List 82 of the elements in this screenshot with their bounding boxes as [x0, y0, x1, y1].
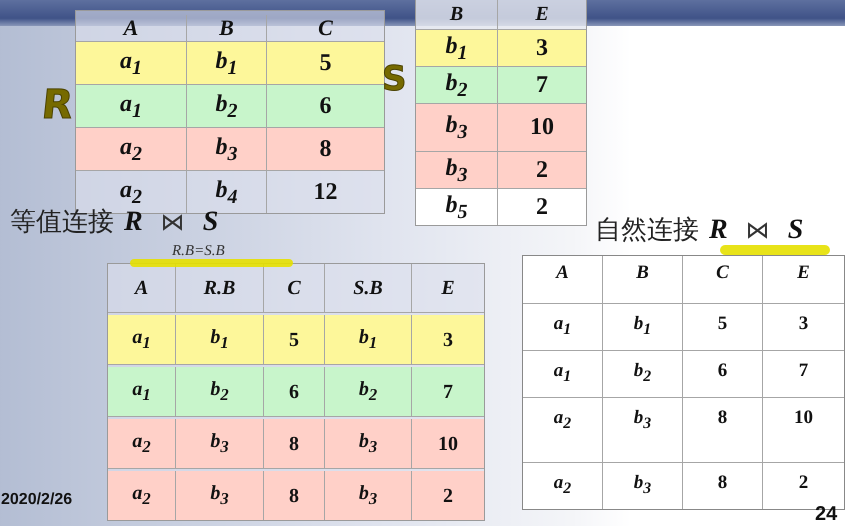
column-header: E — [796, 261, 811, 285]
table-cell: b$_{3}$ — [358, 482, 378, 509]
table-cell: 7 — [443, 380, 453, 402]
table-cell: 7 — [536, 72, 548, 98]
table-cell: 2 — [798, 473, 808, 494]
column-header: A — [76, 15, 187, 41]
relation-symbol: S — [202, 206, 218, 238]
table-cell: a$_{1}$ — [120, 90, 142, 122]
table-cell: a$_{1}$ — [132, 378, 151, 405]
table-cell: b$_{1}$ — [216, 48, 238, 78]
table-cell: 3 — [443, 328, 453, 350]
table-cell: 3 — [798, 314, 808, 335]
table-cell: a$_{1}$ — [554, 361, 572, 386]
table-cell: 8 — [320, 136, 332, 162]
join-condition: R.B=S.B — [172, 243, 225, 260]
table-cell: a$_{1}$ — [132, 326, 151, 353]
table-cell: 8 — [289, 432, 299, 454]
table-cell: b$_{4}$ — [216, 176, 238, 208]
table-cell: b$_{3}$ — [634, 473, 652, 498]
table-cell: 6 — [718, 361, 728, 382]
table-cell: b$_{2}$ — [358, 378, 378, 405]
table-cell: 2 — [536, 194, 548, 220]
table-cell: b$_{5}$ — [446, 192, 468, 222]
column-header: E — [440, 276, 456, 300]
table-cell: b$_{3}$ — [216, 134, 238, 164]
table-cell: b$_{3}$ — [358, 430, 378, 457]
table-cell: 3 — [536, 34, 548, 62]
column-header: C — [317, 15, 334, 41]
table-cell: a$_{2}$ — [132, 430, 151, 457]
table-cell: a$_{2}$ — [554, 473, 572, 498]
handwritten-letter: R — [40, 85, 75, 125]
table-cell: a$_{1}$ — [120, 48, 142, 78]
table-cell: b$_{3}$ — [210, 482, 229, 509]
table-cell: b$_{3}$ — [210, 430, 229, 457]
table-cell: b$_{3}$ — [446, 112, 468, 143]
column-header: A — [523, 256, 603, 303]
slide-date: 2020/2/26 — [1, 491, 72, 509]
table-cell: 7 — [798, 361, 808, 382]
table-cell: a$_{2}$ — [120, 176, 142, 208]
column-header: E — [534, 2, 550, 27]
table-cell: b$_{3}$ — [634, 408, 652, 432]
table-cell: 5 — [320, 50, 332, 76]
handwritten-letter: S — [382, 62, 406, 96]
table-cell: 5 — [718, 314, 728, 335]
table-cell: 8 — [718, 408, 728, 429]
column-header: B — [187, 15, 267, 41]
table-cell: 10 — [438, 432, 458, 454]
table-cell: 8 — [718, 473, 728, 494]
table-cell: a$_{1}$ — [554, 314, 572, 338]
table-cell: 12 — [314, 178, 338, 206]
table-cell: b$_{1}$ — [446, 32, 468, 64]
column-header: B — [603, 256, 683, 303]
table-cell: a$_{2}$ — [132, 482, 151, 509]
table-cell: 2 — [536, 156, 548, 184]
page-number: 24 — [815, 504, 838, 524]
relation-symbol: S — [788, 214, 804, 246]
table-cell: 5 — [289, 328, 299, 350]
table-cell: b$_{1}$ — [358, 326, 378, 353]
table-cell: 10 — [794, 408, 813, 429]
table-cell: b$_{1}$ — [634, 314, 652, 338]
heading-text: 等值连接 — [10, 206, 114, 239]
table-cell: 2 — [443, 484, 453, 506]
table-cell: 10 — [530, 114, 554, 141]
table-cell: b$_{1}$ — [210, 326, 229, 353]
table-cell: 6 — [289, 380, 299, 402]
join-operator: ⋈ — [160, 209, 185, 237]
table-cell: b$_{2}$ — [634, 361, 652, 386]
table-cell: b$_{2}$ — [446, 70, 468, 100]
table-cell: 6 — [320, 92, 332, 120]
table-cell: b$_{2}$ — [210, 378, 229, 405]
table-cell: a$_{2}$ — [554, 408, 572, 432]
column-header: C — [683, 256, 763, 303]
relation-symbol: R — [709, 214, 728, 246]
table-cell: b$_{2}$ — [216, 90, 238, 122]
column-header: S.B — [325, 264, 412, 312]
table-cell: b$_{3}$ — [446, 154, 468, 186]
table-cell: a$_{2}$ — [120, 134, 142, 164]
join-operator: ⋈ — [746, 217, 770, 245]
table-cell: 8 — [289, 484, 299, 506]
heading-text: 自然连接 — [595, 214, 699, 247]
column-header: B — [416, 0, 498, 29]
relation-symbol: R — [124, 206, 143, 238]
